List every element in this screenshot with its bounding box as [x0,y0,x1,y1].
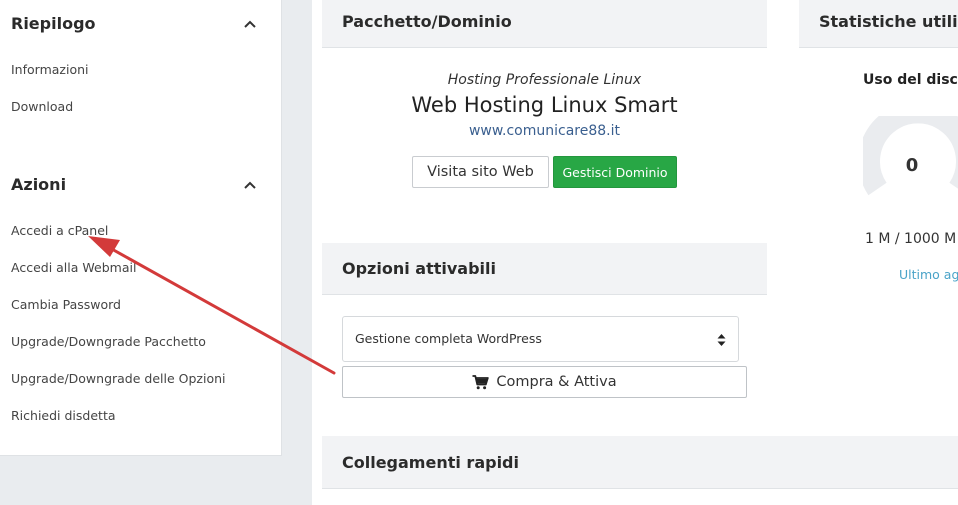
buy-activate-button[interactable]: Compra & Attiva [342,366,747,398]
main-content: Pacchetto/Dominio Hosting Professionale … [312,0,958,505]
package-card-header: Pacchetto/Dominio [322,0,767,48]
stats-card-title: Statistiche utilizz [819,12,958,31]
sidebar-item-cpanel[interactable]: Accedi a cPanel [11,223,108,238]
sidebar-item-upgrade-options[interactable]: Upgrade/Downgrade delle Opzioni [11,371,226,386]
buy-activate-label: Compra & Attiva [496,374,617,390]
disk-gauge-value: 0 [905,155,919,176]
sidebar-item-informazioni[interactable]: Informazioni [11,62,89,77]
shopping-cart-icon [472,374,490,389]
options-card-header: Opzioni attivabili [322,243,767,295]
quicklinks-card-title: Collegamenti rapidi [342,453,519,472]
disk-usage-text: 1 M / 1000 M [865,231,957,247]
last-updated-text: Ultimo agg [899,267,958,282]
disk-usage-label: Uso del disco [863,72,958,88]
package-card-title: Pacchetto/Dominio [342,12,512,31]
manage-domain-button[interactable]: Gestisci Dominio [553,156,677,188]
sidebar-summary-title: Riepilogo [11,14,96,33]
package-group: Hosting Professionale Linux [447,72,642,88]
chevron-up-icon[interactable] [242,177,258,193]
addon-select-value: Gestione completa WordPress [355,331,542,346]
sort-arrows-icon [717,334,726,346]
chevron-up-icon[interactable] [242,16,258,32]
sidebar-item-upgrade-package[interactable]: Upgrade/Downgrade Pacchetto [11,334,206,349]
visit-website-button[interactable]: Visita sito Web [412,156,549,188]
package-name: Web Hosting Linux Smart [411,93,678,117]
sidebar-item-cancel[interactable]: Richiedi disdetta [11,408,116,423]
sidebar: Riepilogo Informazioni Download Azioni A… [0,0,282,456]
sidebar-item-download[interactable]: Download [11,99,73,114]
stats-card-header: Statistiche utilizz [799,0,958,48]
package-domain-link[interactable]: www.comunicare88.it [322,123,767,139]
quicklinks-card-header: Collegamenti rapidi [322,436,958,489]
gutter [282,0,312,505]
sidebar-actions-title: Azioni [11,175,67,194]
options-card-title: Opzioni attivabili [342,259,496,278]
sidebar-item-webmail[interactable]: Accedi alla Webmail [11,260,136,275]
sidebar-item-change-password[interactable]: Cambia Password [11,297,121,312]
addon-select[interactable]: Gestione completa WordPress [342,316,739,362]
